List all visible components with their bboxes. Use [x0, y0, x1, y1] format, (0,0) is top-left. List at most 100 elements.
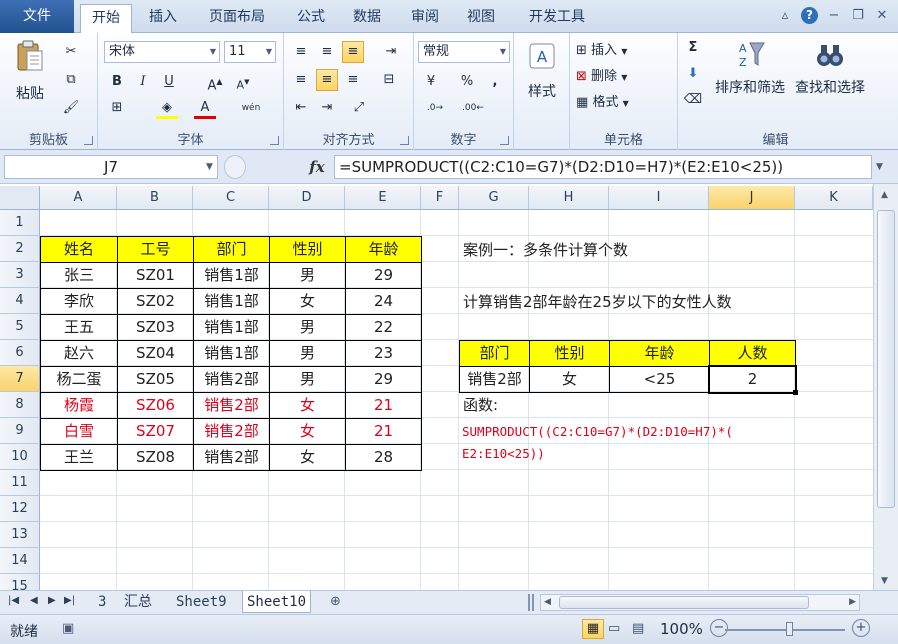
- percent-button[interactable]: %: [456, 71, 478, 93]
- row-header-5[interactable]: 5: [0, 314, 40, 340]
- table-cell[interactable]: 23: [345, 340, 422, 367]
- sort-filter-button[interactable]: A Z 排序和筛选: [712, 39, 788, 97]
- table-cell[interactable]: SZ04: [117, 340, 194, 367]
- table-cell[interactable]: 男: [269, 314, 346, 341]
- case-title[interactable]: 案例一：多条件计算个数: [463, 239, 628, 260]
- table-cell[interactable]: 杨二蛋: [40, 366, 118, 393]
- table-cell[interactable]: 21: [345, 418, 422, 445]
- font-launcher-icon[interactable]: [270, 136, 279, 145]
- scroll-up-icon[interactable]: ▲: [881, 190, 888, 200]
- zoom-in-icon[interactable]: +: [852, 619, 870, 637]
- find-select-button[interactable]: 查找和选择: [790, 39, 870, 97]
- tab-formulas[interactable]: 公式: [288, 4, 334, 33]
- criteria-header-cell[interactable]: 性别: [529, 340, 610, 367]
- row-header-13[interactable]: 13: [0, 522, 40, 548]
- fx-icon[interactable]: fx: [302, 155, 332, 179]
- criteria-header-cell[interactable]: 年龄: [609, 340, 710, 367]
- table-cell[interactable]: 销售2部: [193, 418, 270, 445]
- criteria-header-cell[interactable]: 人数: [709, 340, 796, 367]
- sheet-tab-summary[interactable]: 汇总: [120, 591, 156, 613]
- row-header-11[interactable]: 11: [0, 470, 40, 496]
- align-center-icon[interactable]: ≡: [316, 69, 338, 91]
- scroll-down-icon[interactable]: ▼: [881, 576, 888, 586]
- worksheet-grid[interactable]: A B C D E F G H I J K 1 2 3 4 5 6 7 8 9 10 11 12 13 14 15 姓名 工号 部门 性别…: [0, 184, 898, 600]
- merge-center-icon[interactable]: ⊟: [378, 69, 400, 91]
- table-cell[interactable]: SZ01: [117, 262, 194, 289]
- table-cell[interactable]: 女: [269, 418, 346, 445]
- vertical-scroll-thumb[interactable]: [877, 210, 895, 508]
- column-header-e[interactable]: E: [345, 186, 421, 210]
- increase-indent-icon[interactable]: ⇥: [316, 97, 338, 119]
- formula-input[interactable]: =SUMPRODUCT((C2:C10=G7)*(D2:D10=H7)*(E2:…: [334, 155, 872, 179]
- delete-cells-button[interactable]: ⊠ 删除 ▼: [576, 65, 627, 84]
- sheet-tab-3[interactable]: 3: [94, 591, 110, 613]
- column-header-k[interactable]: K: [795, 186, 873, 210]
- table-cell[interactable]: SZ06: [117, 392, 194, 419]
- criteria-header-cell[interactable]: 部门: [459, 340, 530, 367]
- table-cell[interactable]: SZ05: [117, 366, 194, 393]
- decrease-indent-icon[interactable]: ⇤: [290, 97, 312, 119]
- table-header-cell[interactable]: 部门: [193, 236, 270, 263]
- table-cell[interactable]: SZ07: [117, 418, 194, 445]
- increase-decimal-icon[interactable]: .0→: [420, 97, 450, 119]
- close-icon[interactable]: ✕: [874, 8, 890, 24]
- func-line-2[interactable]: E2:E10<25)): [462, 446, 545, 461]
- zoom-out-icon[interactable]: −: [710, 619, 728, 637]
- tab-data[interactable]: 数据: [344, 4, 390, 33]
- sheet-tab-sheet10[interactable]: Sheet10: [242, 591, 312, 613]
- table-cell[interactable]: 男: [269, 340, 346, 367]
- collapse-ribbon-icon[interactable]: ▵: [777, 8, 793, 24]
- column-header-g[interactable]: G: [459, 186, 529, 210]
- table-cell[interactable]: SZ08: [117, 444, 194, 471]
- minimize-icon[interactable]: −: [826, 8, 842, 24]
- column-header-f[interactable]: F: [421, 186, 459, 210]
- table-cell[interactable]: 销售1部: [193, 314, 270, 341]
- comma-style-icon[interactable]: ,: [484, 71, 506, 93]
- format-cells-button[interactable]: ▦ 格式 ▼: [576, 91, 629, 110]
- italic-button[interactable]: I: [132, 71, 154, 93]
- bold-button[interactable]: B: [106, 71, 128, 93]
- row-header-2[interactable]: 2: [0, 236, 40, 262]
- table-cell[interactable]: 李欣: [40, 288, 118, 315]
- tab-review[interactable]: 审阅: [402, 4, 448, 33]
- align-middle-icon[interactable]: ≡: [316, 41, 338, 63]
- table-cell[interactable]: 销售1部: [193, 262, 270, 289]
- table-cell[interactable]: 销售1部: [193, 288, 270, 315]
- table-cell[interactable]: 销售2部: [193, 366, 270, 393]
- last-sheet-icon[interactable]: ▶|: [64, 595, 75, 606]
- row-header-4[interactable]: 4: [0, 288, 40, 314]
- tab-developer[interactable]: 开发工具: [516, 4, 598, 33]
- row-header-9[interactable]: 9: [0, 418, 40, 444]
- row-header-7[interactable]: 7: [0, 366, 40, 392]
- sheet-tab-sheet9[interactable]: Sheet9: [172, 591, 231, 613]
- table-header-cell[interactable]: 姓名: [40, 236, 118, 263]
- align-top-icon[interactable]: ≡: [290, 41, 312, 63]
- format-painter-icon[interactable]: 🖌: [60, 97, 82, 119]
- column-header-c[interactable]: C: [193, 186, 269, 210]
- insert-cells-button[interactable]: ⊞ 插入 ▼: [576, 39, 627, 58]
- table-cell[interactable]: 22: [345, 314, 422, 341]
- page-layout-view-icon[interactable]: ▭: [608, 621, 620, 636]
- row-header-6[interactable]: 6: [0, 340, 40, 366]
- borders-icon[interactable]: ⊞: [106, 97, 128, 119]
- column-header-h[interactable]: H: [529, 186, 609, 210]
- case-description[interactable]: 计算销售2部年龄在25岁以下的女性人数: [463, 291, 732, 312]
- insert-sheet-icon[interactable]: ⊕: [330, 594, 341, 609]
- font-size-combo[interactable]: 11 ▼: [224, 41, 276, 63]
- fill-handle[interactable]: [793, 390, 798, 395]
- number-format-combo[interactable]: 常规 ▼: [418, 41, 510, 63]
- table-cell[interactable]: 29: [345, 366, 422, 393]
- clear-icon[interactable]: ⌫: [682, 89, 704, 111]
- table-cell[interactable]: 29: [345, 262, 422, 289]
- row-header-12[interactable]: 12: [0, 496, 40, 522]
- table-cell[interactable]: 女: [269, 288, 346, 315]
- table-header-cell[interactable]: 性别: [269, 236, 346, 263]
- table-cell[interactable]: 销售2部: [193, 392, 270, 419]
- column-header-j[interactable]: J: [709, 186, 795, 210]
- prev-sheet-icon[interactable]: ◀: [30, 595, 38, 606]
- font-color-icon[interactable]: A: [194, 97, 216, 119]
- paste-button[interactable]: 粘贴: [8, 39, 52, 103]
- next-sheet-icon[interactable]: ▶: [48, 595, 56, 606]
- table-cell[interactable]: 男: [269, 262, 346, 289]
- zoom-slider-thumb[interactable]: [786, 622, 793, 636]
